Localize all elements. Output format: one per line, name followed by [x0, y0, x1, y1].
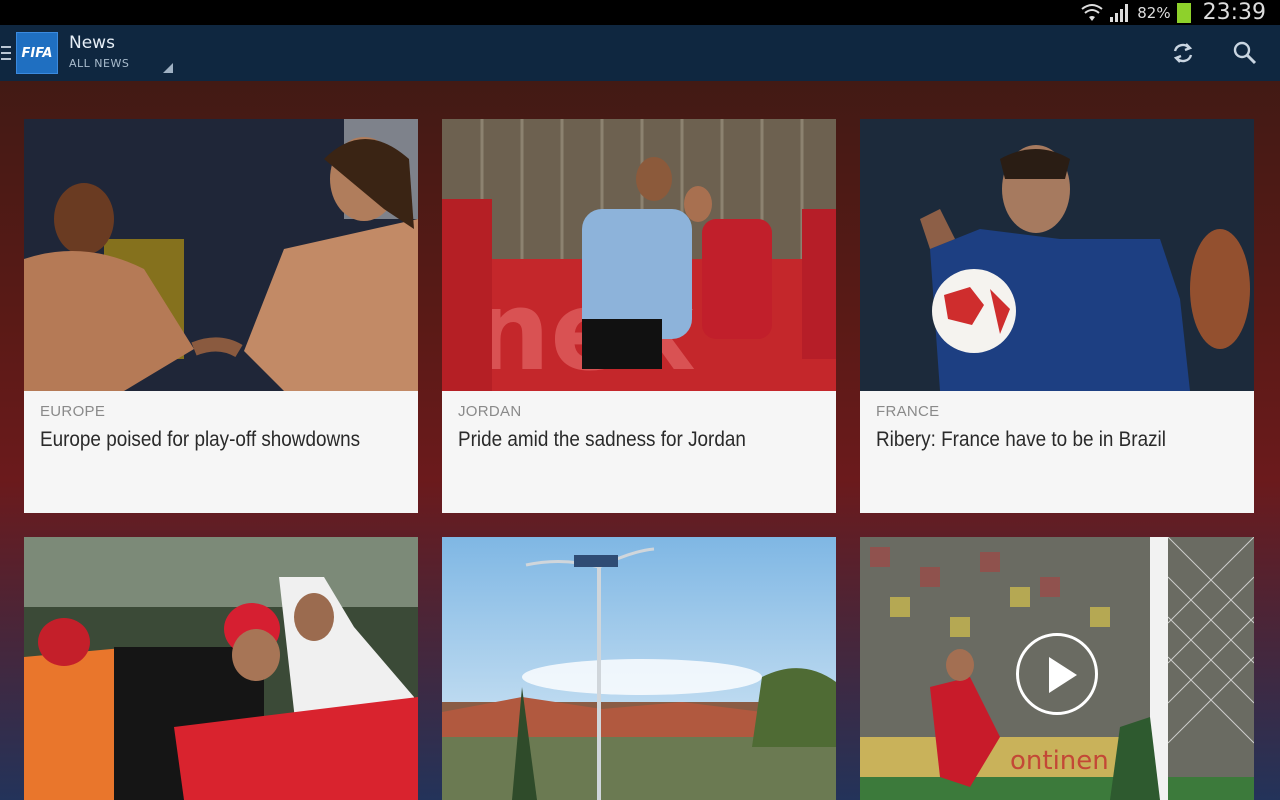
- card-headline: Europe poised for play-off showdowns: [40, 428, 361, 451]
- page-title: News: [69, 33, 115, 53]
- spain-goal-video-thumbnail: ontinen: [860, 537, 1254, 800]
- clock: 23:39: [1202, 0, 1266, 25]
- search-icon[interactable]: [1232, 40, 1258, 66]
- ribery-ball-photo: [860, 119, 1254, 391]
- celebrating-crowd-photo: [24, 537, 418, 800]
- dropdown-indicator-icon: [163, 63, 173, 73]
- card-caption: JORDAN Pride amid the sadness for Jordan: [442, 391, 836, 513]
- signal-icon: [1110, 3, 1129, 22]
- news-card[interactable]: [24, 537, 418, 800]
- houses-streetlight-photo: [442, 537, 836, 800]
- card-caption: FRANCE Ribery: France have to be in Braz…: [860, 391, 1254, 513]
- news-card[interactable]: [442, 537, 836, 800]
- wifi-icon: [1081, 3, 1103, 21]
- page-subtitle: ALL NEWS: [69, 57, 130, 70]
- card-headline: Pride amid the sadness for Jordan: [458, 428, 746, 451]
- uruguay-vs-jordan-photo: nex: [442, 119, 836, 391]
- news-card[interactable]: nex JORDAN Pride amid the sadness for Jo…: [442, 119, 836, 513]
- play-video-icon[interactable]: [1016, 633, 1098, 715]
- news-card[interactable]: ontinen: [860, 537, 1254, 800]
- battery-icon: [1176, 2, 1191, 23]
- card-headline: Ribery: France have to be in Brazil: [876, 428, 1166, 451]
- card-category: JORDAN: [458, 403, 522, 420]
- card-caption: EUROPE Europe poised for play-off showdo…: [24, 391, 418, 513]
- news-card[interactable]: FRANCE Ribery: France have to be in Braz…: [860, 119, 1254, 513]
- card-category: FRANCE: [876, 403, 940, 420]
- news-card[interactable]: EUROPE Europe poised for play-off showdo…: [24, 119, 418, 513]
- battery-percent: 82%: [1137, 3, 1171, 22]
- drawer-menu-icon[interactable]: [1, 46, 11, 60]
- fifa-logo[interactable]: FIFA: [16, 32, 58, 74]
- svg-text:ontinen: ontinen: [1010, 746, 1109, 776]
- refresh-icon[interactable]: [1170, 40, 1196, 66]
- news-filter-spinner[interactable]: News ALL NEWS: [69, 31, 179, 75]
- card-category: EUROPE: [40, 403, 106, 420]
- action-bar: FIFA News ALL NEWS: [0, 25, 1280, 81]
- status-bar: 82% 23:39: [0, 0, 1280, 25]
- players-handshake-photo: [24, 119, 418, 391]
